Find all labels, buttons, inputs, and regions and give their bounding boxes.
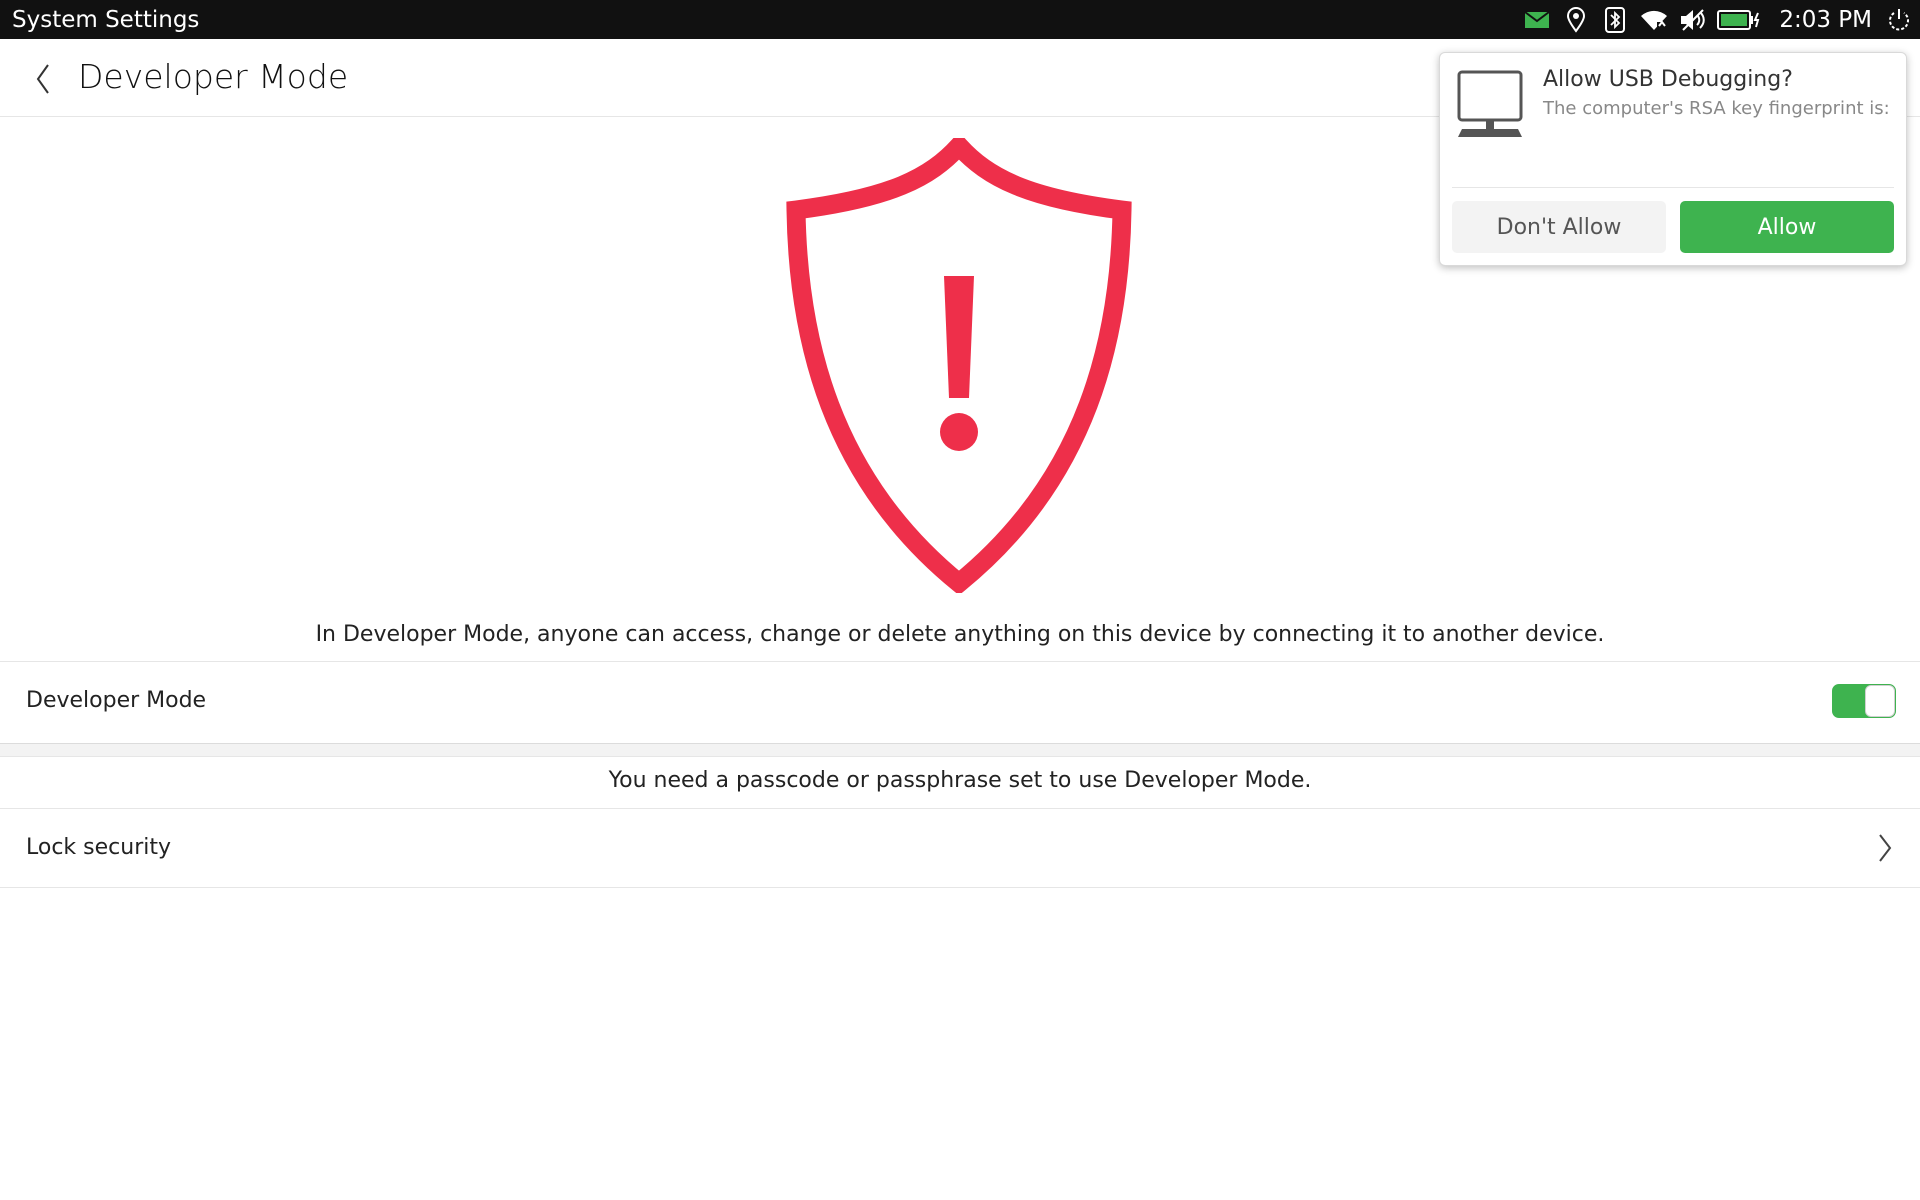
- section-separator: [0, 743, 1920, 757]
- developer-mode-label: Developer Mode: [26, 688, 207, 713]
- toggle-knob: [1865, 685, 1895, 717]
- usb-debugging-dialog: Allow USB Debugging? The computer's RSA …: [1439, 52, 1907, 266]
- shield-warning-icon: [780, 131, 1140, 596]
- divider: [0, 887, 1920, 888]
- wifi-icon[interactable]: [1639, 5, 1669, 35]
- developer-mode-toggle[interactable]: [1832, 684, 1896, 718]
- page-title: Developer Mode: [78, 57, 349, 96]
- bluetooth-icon[interactable]: [1600, 5, 1630, 35]
- lock-security-label: Lock security: [26, 835, 171, 860]
- status-indicators: 2:03 PM: [1513, 0, 1920, 39]
- developer-mode-row[interactable]: Developer Mode: [0, 662, 1920, 740]
- clock[interactable]: 2:03 PM: [1779, 7, 1872, 33]
- status-bar: System Settings 2:03 PM: [0, 0, 1920, 39]
- dont-allow-button[interactable]: Don't Allow: [1452, 201, 1666, 253]
- dialog-subtitle: The computer's RSA key fingerprint is:: [1543, 98, 1890, 119]
- chevron-left-icon: [36, 64, 49, 94]
- computer-icon: [1456, 69, 1524, 141]
- chevron-right-icon: [1876, 831, 1894, 865]
- dialog-title: Allow USB Debugging?: [1543, 67, 1793, 92]
- message-icon[interactable]: [1522, 5, 1552, 35]
- location-icon[interactable]: [1561, 5, 1591, 35]
- allow-button[interactable]: Allow: [1680, 201, 1894, 253]
- back-button[interactable]: [30, 59, 60, 99]
- lock-security-row[interactable]: Lock security: [0, 809, 1920, 887]
- power-icon[interactable]: [1884, 5, 1914, 35]
- battery-charging-icon[interactable]: [1717, 5, 1761, 35]
- passcode-note: You need a passcode or passphrase set to…: [608, 768, 1312, 793]
- volume-muted-icon[interactable]: [1678, 5, 1708, 35]
- developer-mode-warning: In Developer Mode, anyone can access, ch…: [315, 622, 1605, 647]
- app-title: System Settings: [12, 6, 200, 33]
- dialog-divider: [1452, 187, 1894, 188]
